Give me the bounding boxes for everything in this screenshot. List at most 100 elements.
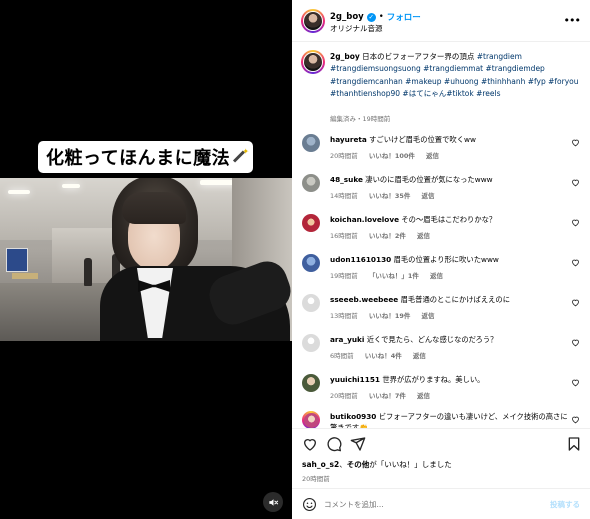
reply-button[interactable]: 返信 [430,272,443,280]
comment-text: 凄いのに眉毛の位置が気になったwww [365,175,493,184]
more-options-icon[interactable]: ••• [564,14,581,27]
mute-button[interactable] [263,492,283,512]
comment-text: 眉毛普通のとこにかけばええのに [400,295,511,304]
reply-button[interactable]: 返信 [417,232,430,240]
comment-text: 眉毛の位置より形に吹いたwww [393,255,499,264]
author-username[interactable]: 2g_boy [330,12,364,22]
speaker-muted-icon [268,498,278,506]
caption-username[interactable]: 2g_boy [330,52,360,61]
commenter-username[interactable]: koichan.lovelove [330,215,399,224]
default-avatar-icon[interactable] [302,334,320,352]
heart-icon[interactable] [571,298,580,307]
reply-button[interactable]: 返信 [421,192,434,200]
comment-text-block: yuuichi1151 世界が広がりますね。美しい。 [330,374,568,385]
commenter-username[interactable]: udon11610130 [330,255,391,264]
comment-likes[interactable]: いいね！7件 [369,392,406,400]
comment-likes[interactable]: いいね！35件 [369,192,411,200]
commenter-avatar[interactable] [302,411,320,428]
post-actions-bar [292,428,590,456]
commenter-avatar[interactable] [302,174,320,192]
commenter-username[interactable]: 48_suke [330,175,363,184]
commenter-username[interactable]: butiko0930 [330,412,376,421]
caption-text: 日本のビフォーアフター界の頂点 [362,52,475,61]
commenter-avatar[interactable] [302,214,320,232]
heart-icon[interactable] [571,218,580,227]
heart-icon[interactable] [571,378,580,387]
commenter-avatar[interactable] [302,374,320,392]
reply-button[interactable]: 返信 [421,312,434,320]
video-caption-text: 化粧ってほんまに魔法 [46,148,231,169]
reply-button[interactable]: 返信 [413,352,426,360]
wall-sign [6,248,28,272]
send-icon[interactable] [350,436,366,452]
post-timestamp[interactable]: 20時間前 [302,473,330,483]
comment-meta: 6時間前 いいね！4件 返信 [330,350,435,360]
heart-icon[interactable] [571,258,580,267]
comment-item: butiko0930 ビフォーアフターの違いも凄いけど、メイク技術の高さに驚きで… [292,408,590,428]
comment-text-block: hayureta すごいけど眉毛の位置で吹くww [330,134,568,145]
comment-text-block: ara_yuki 近くで見たら、どんな感じなのだろう？ [330,334,568,345]
heart-icon[interactable] [571,338,580,347]
comment-item: hayureta すごいけど眉毛の位置で吹くww 20時間前 いいね！100件 … [292,131,590,171]
comment-meta: 13時間前 いいね！19件 返信 [330,310,443,320]
commenter-username[interactable]: hayureta [330,135,367,144]
comment-item: sseeeb.weebeee 眉毛普通のとこにかけばええのに 13時間前 いいね… [292,291,590,331]
comment-likes[interactable]: いいね！100件 [369,152,415,160]
heart-icon[interactable] [571,178,580,187]
comment-text: その～眉毛はこだわりかな？ [401,215,497,224]
comment-likes[interactable]: 「いいね！」1件 [369,272,419,280]
comment-icon[interactable] [326,436,342,452]
reel-video-player[interactable]: 化粧ってほんまに魔法 [0,0,292,519]
comment-text: 近くで見たら、どんな感じなのだろう？ [366,335,498,344]
verified-badge-icon: ✓ [366,12,376,22]
comment-time: 6時間前 [330,352,354,360]
comment-time: 20時間前 [330,152,358,160]
likes-summary: sah_o_s2、その他が「いいね！」しました [302,459,452,470]
comment-meta: 14時間前 いいね！35件 返信 [330,190,443,200]
separator-dot: • [378,12,384,22]
reply-button[interactable]: 返信 [426,152,439,160]
commenter-avatar[interactable] [302,134,320,152]
post-details-panel: 2g_boy ✓ • フォロー オリジナル音源 ••• 2g_boy 日本のビフ… [292,0,590,519]
likes-connector: 、 [339,460,347,469]
ceiling-light [62,184,80,188]
comment-text-block: sseeeb.weebeee 眉毛普通のとこにかけばええのに [330,294,568,305]
emoji-icon[interactable] [302,497,317,512]
author-avatar[interactable] [301,50,325,74]
comment-item: ara_yuki 近くで見たら、どんな感じなのだろう？ 6時間前 いいね！4件 … [292,331,590,371]
heart-icon[interactable] [302,436,318,452]
commenter-username[interactable]: ara_yuki [330,335,364,344]
post-comment-button[interactable]: 投稿する [550,499,580,510]
heart-icon[interactable] [571,138,580,147]
comment-text-block: koichan.lovelove その～眉毛はこだわりかな？ [330,214,568,225]
commenter-avatar[interactable] [302,254,320,272]
heart-icon[interactable] [571,415,580,424]
comments-scroll-area[interactable]: 2g_boy 日本のビフォーアフター界の頂点 #trangdiem #trang… [292,43,590,428]
comment-time: 20時間前 [330,392,358,400]
comment-item: udon11610130 眉毛の位置より形に吹いたwww 19時間前 「いいね！… [292,251,590,291]
caption-meta: 編集済み・19時間前 [330,115,391,123]
default-avatar-icon[interactable] [302,294,320,312]
liker-username[interactable]: sah_o_s2 [302,460,339,469]
commenter-username[interactable]: yuuichi1151 [330,375,380,384]
comment-likes[interactable]: いいね！4件 [365,352,402,360]
comment-item: koichan.lovelove その～眉毛はこだわりかな？ 16時間前 いいね… [292,211,590,251]
comment-likes[interactable]: いいね！2件 [369,232,406,240]
comment-time: 16時間前 [330,232,358,240]
author-avatar[interactable] [301,9,325,33]
comment-input[interactable] [324,495,534,513]
comment-meta: 19時間前 「いいね！」1件 返信 [330,270,452,280]
commenter-username[interactable]: sseeeb.weebeee [330,295,398,304]
comment-meta: 20時間前 いいね！100件 返信 [330,150,448,160]
comment-text-block: udon11610130 眉毛の位置より形に吹いたwww [330,254,568,265]
bookmark-icon[interactable] [566,436,582,452]
ceiling-light [8,190,30,194]
other-likers-link[interactable]: その他 [347,460,370,469]
subject-bangs [122,192,186,224]
reply-button[interactable]: 返信 [417,392,430,400]
original-audio-link[interactable]: オリジナル音源 [330,23,383,34]
wall-sign [12,273,38,279]
comment-likes[interactable]: いいね！19件 [369,312,411,320]
follow-button[interactable]: フォロー [387,11,421,23]
background-person [84,258,92,286]
